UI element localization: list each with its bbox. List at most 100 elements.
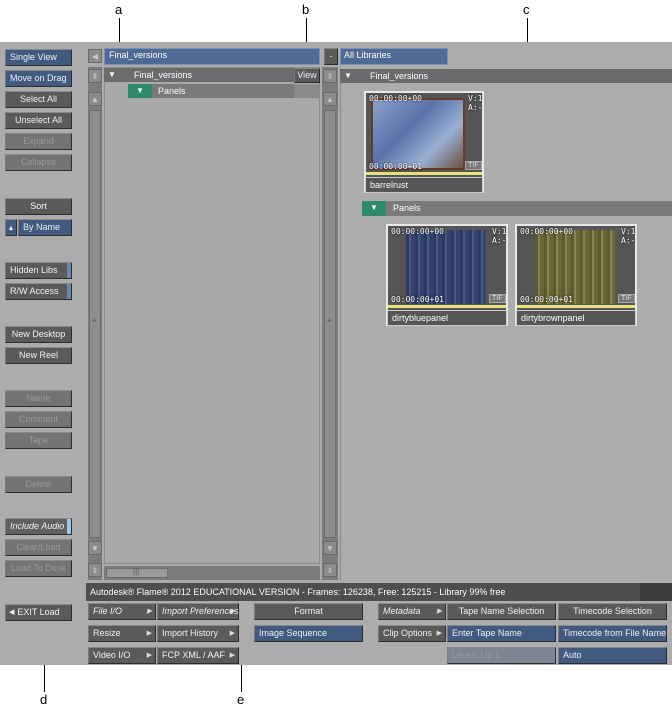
toggle-indicator	[67, 519, 71, 534]
scroll-bottom-icon[interactable]: ⇟	[323, 563, 337, 577]
hidden-libs-label: Hidden Libs	[10, 265, 58, 275]
clip-image	[406, 230, 486, 304]
clip-format-badge: TIF	[465, 161, 482, 170]
import-history-menu[interactable]: Import History ▶	[157, 625, 239, 642]
rw-access-toggle[interactable]: R/W Access	[5, 283, 72, 300]
collapse-button[interactable]: Collapse	[5, 154, 72, 171]
file-io-menu[interactable]: File I/O ▶	[88, 603, 156, 620]
grip-icon: ≡	[327, 316, 332, 325]
enter-tape-name-dropdown[interactable]: Enter Tape Name	[447, 625, 556, 642]
resize-label: Resize	[93, 628, 121, 638]
delete-button[interactable]: Delete	[5, 476, 72, 493]
scroll-up-icon[interactable]: ▲	[88, 92, 102, 106]
callout-b: b	[302, 2, 310, 17]
sort-button[interactable]: Sort	[5, 198, 72, 215]
name-button[interactable]: Name	[5, 390, 72, 407]
tape-button[interactable]: Tape	[5, 432, 72, 449]
scroll-down-icon[interactable]: ▼	[323, 541, 337, 555]
import-preferences-label: Import Preferences	[162, 606, 239, 616]
single-view-button[interactable]: Single View	[5, 49, 72, 66]
scroll-top-icon[interactable]: ⇞	[323, 69, 337, 83]
clip-image	[535, 230, 615, 304]
grip-icon: |||	[133, 567, 140, 576]
submenu-arrow-icon: ▶	[146, 608, 152, 615]
metadata-menu[interactable]: Metadata ▶	[378, 603, 446, 620]
load-to-desk-button[interactable]: Load To Desk	[5, 560, 72, 577]
clip-audio-tracks: A:-	[492, 236, 507, 245]
clear-load-button[interactable]: Clear/Load	[5, 539, 72, 556]
clip-selection-bar	[366, 172, 482, 175]
submenu-arrow-icon: ▶	[229, 652, 235, 659]
submenu-arrow-icon: ▶	[436, 608, 442, 615]
tree-item-label: Panels	[158, 86, 186, 96]
fcp-xml-aaf-label: FCP XML / AAF	[162, 650, 226, 660]
panels-folder-header[interactable]: ▼ Panels	[362, 201, 672, 216]
clip-options-menu[interactable]: Clip Options ▶	[378, 625, 446, 642]
import-preferences-menu[interactable]: Import Preferences ▶	[157, 603, 239, 620]
scroll-bottom-icon[interactable]: ⇟	[88, 563, 102, 577]
folder-expand-icon: ▼	[362, 201, 386, 216]
submenu-arrow-icon: ▶	[229, 630, 235, 637]
expand-button[interactable]: Expand	[5, 133, 72, 150]
clip-audio-tracks: A:-	[621, 236, 636, 245]
format-label: Format	[254, 603, 363, 620]
format-dropdown[interactable]: Image Sequence	[254, 625, 363, 642]
left-path-label: Final_versions	[109, 50, 168, 60]
new-desktop-button[interactable]: New Desktop	[5, 326, 72, 343]
scroll-top-icon[interactable]: ⇞	[88, 69, 102, 83]
clip-tc-in: 00:00:00+00	[391, 227, 444, 236]
sort-direction-button[interactable]: ▲	[5, 219, 17, 236]
left-hscroll-thumb[interactable]: |||	[106, 567, 168, 578]
select-all-button[interactable]: Select All	[5, 91, 72, 108]
callout-e: e	[237, 692, 245, 707]
fcp-xml-aaf-menu[interactable]: FCP XML / AAF ▶	[157, 647, 239, 664]
timecode-selection-label: Timecode Selection	[558, 603, 667, 620]
clip-thumbnail-barrelrust[interactable]: 00:00:00+00 V:1 A:- 00:00:00+01 TIF barr…	[364, 91, 484, 193]
right-path-bar[interactable]: All Libraries	[340, 48, 448, 65]
resize-menu[interactable]: Resize ▶	[88, 625, 156, 642]
sort-arrow-icon: ▲	[7, 225, 15, 232]
exit-arrow-icon: ◀	[9, 609, 15, 616]
clip-thumbnail-dirtybluepanel[interactable]: 00:00:00+00 V:1 A:- 00:00:00+01 TIF dirt…	[386, 224, 508, 326]
submenu-arrow-icon: ▶	[146, 630, 152, 637]
exit-load-button[interactable]: ◀ EXIT Load	[5, 604, 72, 621]
timecode-from-file-dropdown[interactable]: Timecode from File Name	[558, 625, 667, 642]
levels-up-field[interactable]: Levels Up 1	[447, 647, 556, 664]
clip-format-badge: TIF	[489, 294, 506, 303]
video-io-menu[interactable]: Video I/O ▶	[88, 647, 156, 664]
clip-image	[371, 98, 465, 170]
comment-button[interactable]: Comment	[5, 411, 72, 428]
tree-row-panels[interactable]: ▼ Panels	[128, 84, 320, 98]
clip-name-label: barrelrust	[365, 177, 483, 193]
grip-icon: ≡	[92, 316, 97, 325]
submenu-arrow-icon: ▶	[229, 608, 235, 615]
toggle-indicator	[67, 263, 71, 278]
unselect-all-button[interactable]: Unselect All	[5, 112, 72, 129]
auto-dropdown[interactable]: Auto	[558, 647, 667, 664]
include-audio-toggle[interactable]: Include Audio	[5, 518, 72, 535]
clip-tc-out: 00:00:00+01	[369, 162, 422, 171]
new-reel-button[interactable]: New Reel	[5, 347, 72, 364]
hidden-libs-toggle[interactable]: Hidden Libs	[5, 262, 72, 279]
left-scroll-thumb[interactable]: ≡	[89, 110, 101, 538]
sort-by-name-button[interactable]: By Name	[18, 219, 72, 236]
view-button[interactable]: View	[294, 68, 320, 83]
scroll-down-icon[interactable]: ▼	[88, 541, 102, 555]
library-menu-button[interactable]: -	[324, 48, 338, 65]
metadata-label: Metadata	[383, 606, 421, 616]
nav-back-icon[interactable]: ◀	[88, 49, 102, 63]
scroll-up-icon[interactable]: ▲	[323, 92, 337, 106]
panels-folder-label: Panels	[393, 203, 421, 213]
collapse-triangle-icon: ▼	[344, 71, 352, 80]
move-on-drag-button[interactable]: Move on Drag	[5, 70, 72, 87]
toggle-indicator	[67, 284, 71, 299]
left-path-bar[interactable]: Final_versions	[104, 48, 320, 65]
clip-video-tracks: V:1	[492, 227, 507, 236]
clip-tc-in: 00:00:00+00	[369, 94, 422, 103]
tree-row-final-versions[interactable]: ▼ Final_versions	[104, 68, 294, 82]
submenu-arrow-icon: ▶	[146, 652, 152, 659]
clip-tc-in: 00:00:00+00	[520, 227, 573, 236]
clip-thumbnail-dirtybrownpanel[interactable]: 00:00:00+00 V:1 A:- 00:00:00+01 TIF dirt…	[515, 224, 637, 326]
middle-scroll-thumb[interactable]: ≡	[324, 110, 336, 538]
library-header[interactable]: ▼ Final_versions	[340, 69, 672, 83]
